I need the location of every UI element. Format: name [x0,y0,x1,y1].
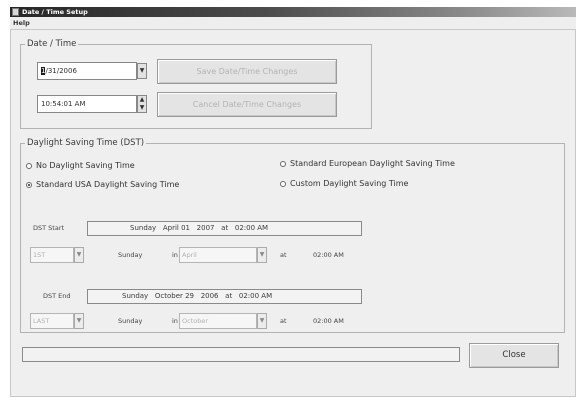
radio-no-dst-label[interactable]: No Daylight Saving Time [36,161,135,171]
chevron-down-icon: ▼ [139,67,145,74]
radio-custom-dst[interactable] [280,181,286,187]
window-title: Date / Time Setup [22,8,88,16]
radio-european-dst[interactable] [280,161,286,167]
time-field[interactable]: 10:54:01 AM [37,95,137,113]
cancel-date-time-label: Cancel Date/Time Changes [192,100,302,109]
dst-start-week-value: 1ST [33,251,46,259]
date-time-group-label: Date / Time [25,39,79,49]
dst-start-day: Sunday [118,251,143,259]
cancel-date-time-button[interactable]: Cancel Date/Time Changes [157,92,337,117]
time-spinner[interactable]: ▲ ▼ [137,95,147,113]
spin-down-icon[interactable]: ▼ [138,104,146,112]
dst-start-week-select[interactable]: 1ST [30,247,74,263]
dst-group-label: Daylight Saving Time (DST) [25,138,147,148]
menu-bar: Help [10,17,576,29]
time-value: 10:54:01 AM [41,100,86,108]
status-bar [22,347,460,362]
save-date-time-button[interactable]: Save Date/Time Changes [157,59,337,84]
chevron-down-icon: ▼ [76,317,82,324]
dst-end-in-label: in [172,317,178,325]
dst-group [20,143,565,333]
radio-european-dst-label[interactable]: Standard European Daylight Saving Time [290,159,455,169]
menu-help[interactable]: Help [13,17,30,29]
chevron-down-icon: ▼ [259,251,265,258]
dst-end-time: 02:00 AM [313,317,344,325]
dst-start-time: 02:00 AM [313,251,344,259]
dst-start-month-value: April [182,251,197,259]
date-rest: /31/2006 [45,67,77,75]
dst-end-week-select[interactable]: LAST [30,313,74,329]
close-button[interactable]: Close [469,343,559,368]
radio-custom-dst-label[interactable]: Custom Daylight Saving Time [290,179,408,189]
close-button-label: Close [502,350,526,360]
dst-start-month-arrow[interactable]: ▼ [257,247,267,263]
app-icon [12,8,19,16]
radio-usa-dst[interactable] [26,182,32,188]
dst-start-label: DST Start [33,224,65,232]
dst-end-day: Sunday [118,317,143,325]
save-date-time-label: Save Date/Time Changes [196,67,298,76]
dst-end-at-label: at [280,317,287,325]
dst-end-month-select[interactable]: October [179,313,257,329]
dst-end-month-value: October [182,317,209,325]
chevron-down-icon: ▼ [76,251,82,258]
dst-end-label: DST End [43,292,71,300]
dst-start-in-label: in [172,251,178,259]
chevron-down-icon: ▼ [259,317,265,324]
dst-end-display: Sunday October 29 2006 at 02:00 AM [87,289,362,304]
dst-end-week-value: LAST [33,317,50,325]
dst-end-month-arrow[interactable]: ▼ [257,313,267,329]
radio-usa-dst-label[interactable]: Standard USA Daylight Saving Time [36,180,179,190]
date-dropdown-button[interactable]: ▼ [137,63,147,79]
spin-up-icon[interactable]: ▲ [138,96,146,104]
radio-no-dst[interactable] [26,163,32,169]
dst-start-display: Sunday April 01 2007 at 02:00 AM [87,221,362,236]
dst-end-week-arrow[interactable]: ▼ [74,313,84,329]
date-field[interactable]: 1/31/2006 [37,62,137,80]
dst-start-week-arrow[interactable]: ▼ [74,247,84,263]
dst-start-at-label: at [280,251,287,259]
title-bar: Date / Time Setup [10,7,576,17]
dst-start-month-select[interactable]: April [179,247,257,263]
